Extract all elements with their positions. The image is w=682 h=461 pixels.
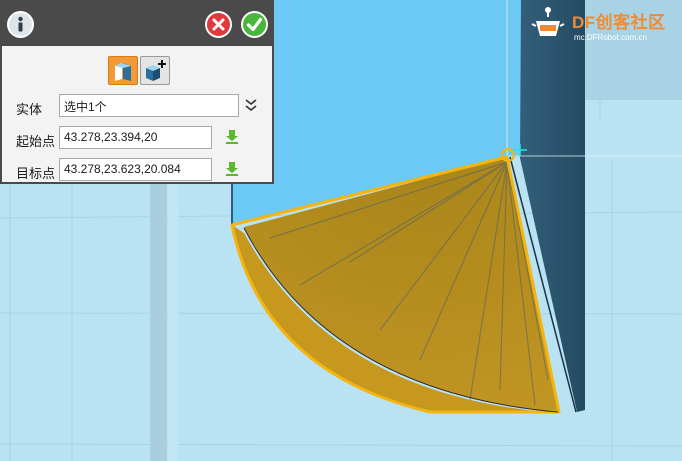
info-button[interactable] (7, 11, 34, 38)
pick-start-point-button[interactable] (224, 129, 240, 145)
pick-target-point-button[interactable] (224, 161, 240, 177)
move-dialog: 实体 选中1个 起始点 43.278,23.394,20 目标点 43.278,… (0, 0, 274, 184)
robot-logo-icon (531, 7, 565, 36)
start-point-label: 起始点 (16, 134, 56, 149)
move-mode-icon (115, 63, 131, 81)
add-body-mode-button[interactable] (140, 56, 170, 85)
watermark-url: mc.DFRobot.com.cn (574, 33, 647, 42)
target-point-field[interactable]: 43.278,23.623,20.084 (59, 158, 212, 181)
pick-point-icon (226, 162, 238, 176)
grid-pillar-shadow (150, 184, 167, 461)
start-point-field[interactable]: 43.278,23.394,20 (59, 126, 212, 149)
confirm-icon (246, 17, 263, 32)
close-icon (212, 18, 225, 31)
entity-field[interactable]: 选中1个 (59, 94, 239, 117)
move-mode-button[interactable] (108, 56, 138, 85)
target-point-label: 目标点 (16, 166, 56, 181)
watermark-brand: DF创客社区 (572, 13, 666, 32)
pick-point-icon (226, 130, 238, 144)
confirm-button[interactable] (241, 11, 268, 38)
dialog-header (2, 2, 272, 46)
info-icon (18, 16, 23, 32)
add-body-mode-icon (146, 60, 166, 81)
grid-pillar-light (168, 184, 178, 461)
close-button[interactable] (205, 11, 232, 38)
watermark-logo: DF创客社区 mc.DFRobot.com.cn (528, 2, 678, 46)
entity-label: 实体 (16, 102, 43, 117)
dropdown-chevron-icon (245, 99, 257, 112)
entity-dropdown-button[interactable] (244, 97, 258, 112)
